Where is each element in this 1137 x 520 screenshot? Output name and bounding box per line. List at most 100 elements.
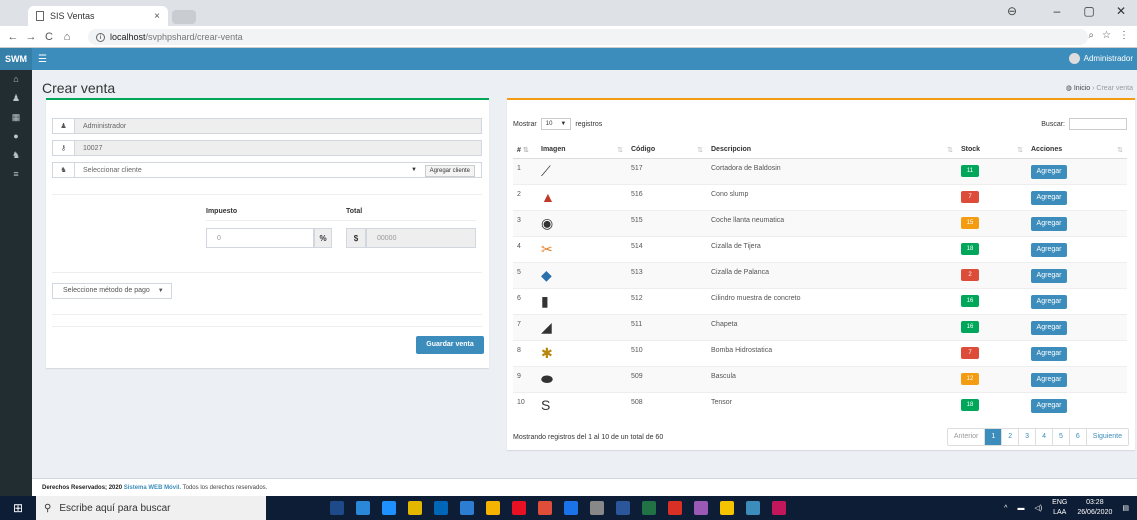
app-icon[interactable] [356,501,370,515]
divider [206,220,476,221]
app-icon[interactable] [720,501,734,515]
back-icon[interactable]: ← [4,31,22,43]
column-header[interactable]: Stock ⇅ [957,142,1027,159]
seller-value: Administrador [83,122,127,130]
close-tab-icon[interactable]: × [154,11,160,22]
column-header[interactable]: Código ⇅ [627,142,707,159]
column-header[interactable]: # ⇅ [513,142,537,159]
volume-icon[interactable]: ◁) [1034,504,1042,512]
previous-page-button[interactable]: Anterior [948,429,985,445]
column-header[interactable]: Imagen ⇅ [537,142,627,159]
zoom-icon[interactable]: ⌕ [1088,30,1094,41]
notification-icon[interactable]: ▤ [1122,504,1129,512]
next-page-button[interactable]: Siguiente [1085,429,1128,445]
row-number: 1 [513,157,537,184]
stock-badge: 7 [961,346,979,359]
products-box: Mostrar 10 ▼ registros Buscar: # ⇅ Imagen… [507,98,1135,450]
add-product-button[interactable]: Agregar [1031,398,1067,413]
mail-icon[interactable] [434,501,448,515]
client-select[interactable]: ♞ Seleccionar cliente ▼ Agregar cliente [52,162,482,178]
opera-icon[interactable] [512,501,526,515]
reload-icon[interactable]: C [40,31,58,43]
windows-icon[interactable]: ⊞ [0,501,36,515]
home-icon[interactable]: ⌂ [58,31,76,43]
add-product-button[interactable]: Agregar [1031,372,1067,387]
user-menu[interactable]: Administrador [1068,53,1133,64]
save-sale-button[interactable]: Guardar venta [416,336,484,354]
word-icon[interactable] [616,501,630,515]
maximize-button[interactable]: ▢ [1073,4,1105,18]
account-icon[interactable]: ⊖ [1007,4,1017,18]
product-description: Bascula [707,365,957,392]
app-icon[interactable] [746,501,760,515]
app-icon[interactable] [538,501,552,515]
add-product-button[interactable]: Agregar [1031,268,1067,283]
tax-label: Impuesto [206,208,238,215]
menu-icon[interactable]: ⋮ [1119,30,1129,41]
product-code: 517 [627,157,707,184]
hamburger-icon[interactable]: ☰ [38,54,47,65]
tax-input[interactable]: 0 [206,228,314,248]
page-size-control: Mostrar 10 ▼ registros [513,118,602,130]
page-button[interactable]: 3 [1018,429,1035,445]
column-header[interactable]: Acciones ⇅ [1027,142,1127,159]
add-product-button[interactable]: Agregar [1031,216,1067,231]
pdf-icon[interactable] [668,501,682,515]
browser-tab[interactable]: SIS Ventas × [28,6,168,26]
product-description: Coche llanta neumatica [707,209,957,236]
chevron-up-icon[interactable]: ^ [1004,505,1007,512]
product-description: Chapeta [707,313,957,340]
minimize-button[interactable]: – [1041,4,1073,18]
grid-icon[interactable]: ▦ [0,108,32,127]
star-icon[interactable]: ☆ [1102,30,1111,41]
app-icon[interactable] [460,501,474,515]
column-header[interactable]: Descripcion ⇅ [707,142,957,159]
address-bar[interactable]: i localhost/svphpshard/crear-venta [88,29,1088,45]
battery-icon[interactable]: ▬ [1017,505,1024,512]
page-button[interactable]: 2 [1001,429,1018,445]
home-icon[interactable]: ⌂ [0,70,32,89]
chapeta-icon: ◢ [541,318,552,335]
users-icon[interactable]: ♞ [0,146,32,165]
language-indicator[interactable]: ENG LAA [1052,498,1067,518]
divider [52,194,482,195]
app-icon[interactable] [772,501,786,515]
page-button[interactable]: 4 [1035,429,1052,445]
add-product-button[interactable]: Agregar [1031,242,1067,257]
logo[interactable]: SWM [0,48,32,70]
page-button[interactable]: 1 [984,429,1002,445]
stock-badge: 7 [961,190,979,203]
task-view-icon[interactable] [330,501,344,515]
user-icon: ♟ [53,119,75,133]
add-product-button[interactable]: Agregar [1031,164,1067,179]
add-client-button[interactable]: Agregar cliente [424,165,475,177]
app-icon[interactable] [694,501,708,515]
circle-icon[interactable]: ● [0,127,32,146]
chrome-icon[interactable] [486,501,500,515]
close-window-button[interactable]: ✕ [1105,4,1137,18]
footer-brand[interactable]: Sistema WEB Móvil. [124,485,181,491]
add-product-button[interactable]: Agregar [1031,346,1067,361]
app-icon[interactable] [564,501,578,515]
table-row: 6 ▮ 512 Cilindro muestra de concreto 16 Agreg… [513,287,1127,314]
user-icon[interactable]: ♟ [0,89,32,108]
info-icon[interactable]: i [96,32,105,42]
taskbar-search[interactable]: ⚲ Escribe aquí para buscar [36,496,266,520]
app-icon[interactable] [590,501,604,515]
forward-icon[interactable]: → [22,31,40,43]
add-product-button[interactable]: Agregar [1031,294,1067,309]
excel-icon[interactable] [642,501,656,515]
clock[interactable]: 03:28 26/06/2020 [1077,498,1112,518]
list-icon[interactable]: ≡ [0,165,32,184]
page-button[interactable]: 6 [1068,429,1086,445]
page-size-select[interactable]: 10 ▼ [540,118,572,130]
new-tab-button[interactable] [172,10,196,24]
page-button[interactable]: 5 [1051,429,1069,445]
edge-icon[interactable] [382,501,396,515]
search-input[interactable] [1069,118,1127,130]
add-product-button[interactable]: Agregar [1031,320,1067,335]
add-product-button[interactable]: Agregar [1031,190,1067,205]
breadcrumb-home[interactable]: Inicio [1074,85,1090,92]
store-icon[interactable] [408,501,422,515]
payment-method-select[interactable]: Seleccione método de pago ▼ [52,283,172,299]
